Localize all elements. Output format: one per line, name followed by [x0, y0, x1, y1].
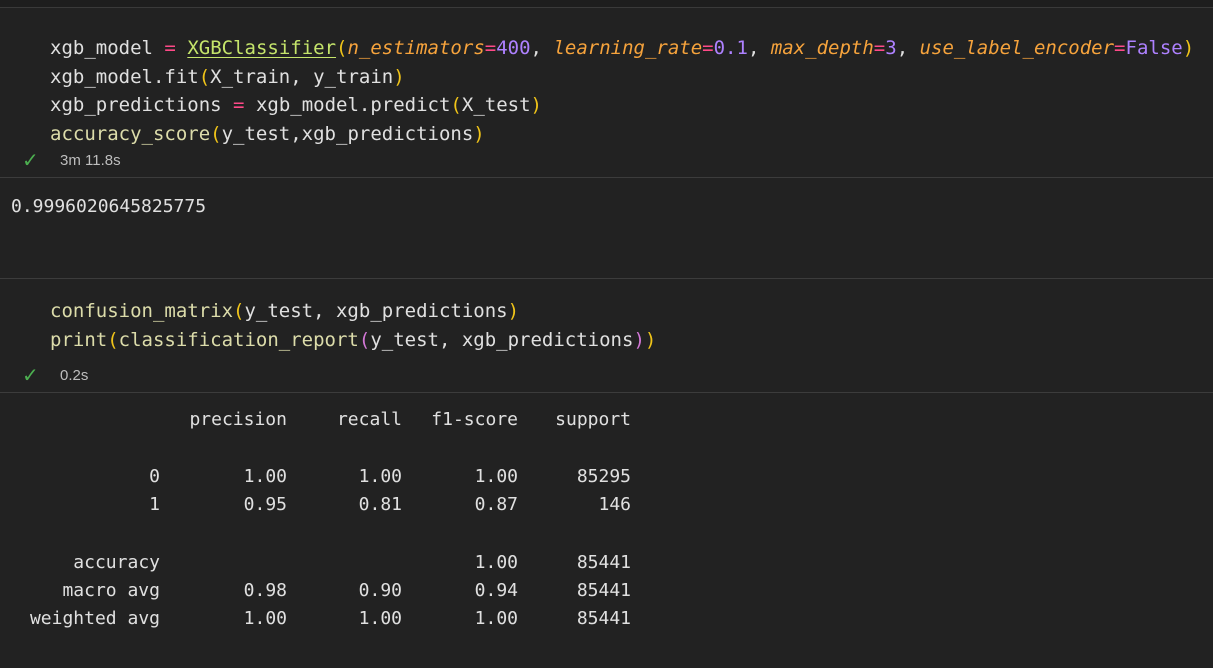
header-support: support	[555, 409, 631, 430]
row-label: 1	[149, 494, 160, 515]
code-line-2[interactable]: xgb_model.fit(X_train, y_train)	[50, 65, 405, 89]
code-line-1[interactable]: xgb_model = XGBClassifier(n_estimators=4…	[50, 36, 1194, 60]
token-paren: )	[530, 94, 542, 116]
token-comma: ,	[747, 37, 771, 59]
cell-recall: 0.90	[358, 580, 402, 601]
cell-f1: 1.00	[474, 466, 518, 487]
token-op: =	[164, 37, 176, 59]
code-line-5[interactable]: confusion_matrix(y_test, xgb_predictions…	[50, 299, 519, 323]
header-f1-score: f1-score	[431, 409, 518, 430]
report-row: 0 1.00 1.00 1.00 85295	[11, 463, 631, 491]
cell-recall: 1.00	[358, 466, 402, 487]
code-cell-2[interactable]: confusion_matrix(y_test, xgb_predictions…	[0, 279, 1213, 392]
token-paren: (	[233, 300, 245, 322]
header-recall: recall	[336, 409, 402, 430]
cell-support: 85441	[576, 608, 631, 629]
token-op: =	[233, 94, 245, 116]
token-param: use_label_encoder	[919, 37, 1115, 59]
token-var: xgb_model	[50, 37, 153, 59]
token-call: xgb_model.predict	[255, 94, 451, 116]
token-comma: ,	[896, 37, 920, 59]
cell-1-status: ✓ 3m 11.8s	[22, 148, 121, 172]
row-label: weighted avg	[29, 608, 160, 629]
token-op: =	[484, 37, 497, 59]
token-op: =	[702, 37, 714, 59]
code-line-4[interactable]: accuracy_score(y_test,xgb_predictions)	[50, 122, 485, 146]
cell-recall: 0.81	[358, 494, 402, 515]
cell-recall: 1.00	[358, 608, 402, 629]
checkmark-icon: ✓	[22, 148, 39, 172]
token-number: 3	[885, 37, 897, 59]
cell-support: 85441	[576, 580, 631, 601]
token-paren: (	[107, 329, 119, 351]
row-label: 0	[149, 466, 160, 487]
cell-1-duration: 3m 11.8s	[60, 151, 121, 169]
code-line-6[interactable]: print(classification_report(y_test, xgb_…	[50, 328, 656, 352]
row-label: accuracy	[73, 552, 160, 573]
token-number: 400	[496, 37, 531, 59]
token-op: =	[873, 37, 886, 59]
cell-support: 85441	[576, 552, 631, 573]
token-var: xgb_model.fit	[50, 66, 199, 88]
token-number: 0.1	[713, 37, 748, 59]
cell-2-duration: 0.2s	[60, 366, 89, 384]
row-label: macro avg	[62, 580, 160, 601]
token-args: y_test, xgb_predictions	[370, 329, 634, 351]
token-args: X_train, y_train	[210, 66, 394, 88]
cell-support: 146	[598, 494, 631, 515]
token-class: XGBClassifier	[187, 37, 337, 59]
report-row: macro avg 0.98 0.90 0.94 85441	[11, 577, 631, 605]
header-precision: precision	[189, 409, 287, 430]
token-paren: )	[473, 123, 485, 145]
token-paren: (	[198, 66, 211, 88]
checkmark-icon: ✓	[22, 363, 39, 387]
token-var: xgb_predictions	[50, 94, 222, 116]
token-number: False	[1125, 37, 1183, 59]
token-param: max_depth	[770, 37, 874, 59]
token-args: X_test	[461, 94, 531, 116]
cell-precision: 1.00	[243, 466, 287, 487]
token-function: confusion_matrix	[50, 300, 234, 322]
cell-f1: 0.94	[474, 580, 518, 601]
token-param: n_estimators	[347, 37, 485, 59]
token-function: classification_report	[118, 329, 359, 351]
classification-report: precision recall f1-score support 0 1.00…	[0, 393, 1213, 668]
token-paren: (	[450, 94, 462, 116]
token-function: print	[50, 329, 108, 351]
token-args: y_test,xgb_predictions	[221, 123, 474, 145]
token-paren: )	[644, 329, 657, 351]
report-row: accuracy 1.00 85441	[11, 549, 631, 577]
report-row: 1 0.95 0.81 0.87 146	[11, 491, 631, 519]
token-comma: ,	[530, 37, 554, 59]
token-paren: )	[1182, 37, 1195, 59]
token-paren: )	[393, 66, 405, 88]
token-paren: )	[507, 300, 520, 322]
cell-precision: 1.00	[243, 608, 287, 629]
cell-f1: 1.00	[474, 608, 518, 629]
cell-support: 85295	[576, 466, 631, 487]
token-param: learning_rate	[553, 37, 703, 59]
token-args: y_test, xgb_predictions	[244, 300, 508, 322]
token-paren: (	[210, 123, 222, 145]
code-cell-1[interactable]: xgb_model = XGBClassifier(n_estimators=4…	[0, 8, 1213, 177]
token-paren: (	[336, 37, 348, 59]
cell-precision: 0.98	[243, 580, 287, 601]
cell-f1: 0.87	[474, 494, 518, 515]
token-paren: )	[633, 329, 645, 351]
output-cell-1: 0.9996020645825775	[0, 178, 1213, 278]
cell-precision: 0.95	[243, 494, 287, 515]
report-header-row: precision recall f1-score support	[11, 406, 631, 434]
token-op: =	[1114, 37, 1126, 59]
cell-f1: 1.00	[474, 552, 518, 573]
code-line-3[interactable]: xgb_predictions = xgb_model.predict(X_te…	[50, 93, 542, 117]
token-function: accuracy_score	[50, 123, 211, 145]
report-row: weighted avg 1.00 1.00 1.00 85441	[11, 605, 631, 633]
accuracy-output: 0.9996020645825775	[11, 196, 207, 217]
cell-2-status: ✓ 0.2s	[22, 363, 89, 387]
token-paren: (	[358, 329, 371, 351]
